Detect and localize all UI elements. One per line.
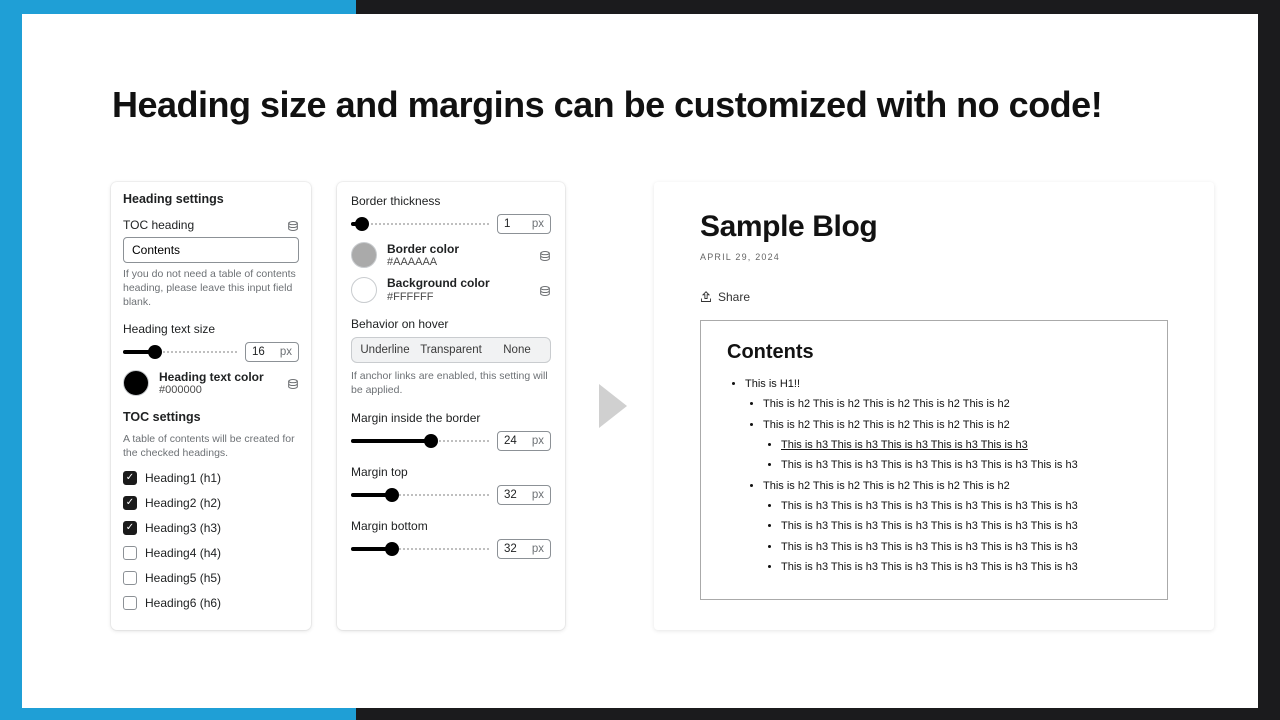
heading-settings-title: Heading settings: [123, 192, 299, 206]
checkbox-label: Heading6 (h6): [145, 596, 221, 610]
margin-top-label: Margin top: [351, 465, 551, 479]
behavior-segmented[interactable]: Underline Transparent None: [351, 337, 551, 363]
toc-settings-title: TOC settings: [123, 410, 299, 424]
heading-text-size-slider[interactable]: [123, 344, 237, 360]
toc-item-h3[interactable]: This is h3 This is h3 This is h3 This is…: [781, 557, 1141, 577]
database-icon[interactable]: [539, 285, 551, 295]
background-color-hex: #FFFFFF: [387, 291, 529, 303]
border-color-hex: #AAAAAA: [387, 256, 529, 268]
toc-list: This is H1!! This is h2 This is h2 This …: [727, 374, 1141, 577]
toc-heading-help: If you do not need a table of contents h…: [123, 267, 299, 310]
border-thickness-slider[interactable]: [351, 216, 489, 232]
panel-border-settings: Border thickness 1 px Border color #AAAA…: [337, 182, 565, 630]
border-thickness-input[interactable]: 1 px: [497, 214, 551, 234]
toc-item-h3[interactable]: This is h3 This is h3 This is h3 This is…: [781, 537, 1141, 557]
behavior-on-hover-label: Behavior on hover: [351, 317, 551, 331]
checkbox-h6[interactable]: Heading6 (h6): [123, 596, 299, 610]
margin-inside-slider[interactable]: [351, 433, 489, 449]
share-label: Share: [718, 290, 750, 304]
database-icon[interactable]: [287, 220, 299, 230]
database-icon[interactable]: [539, 250, 551, 260]
margin-top-input[interactable]: 32 px: [497, 485, 551, 505]
border-color-label: Border color: [387, 242, 529, 256]
behavior-option-underline[interactable]: Underline: [352, 338, 418, 362]
toc-box: Contents This is H1!! This is h2 This is…: [700, 320, 1168, 600]
checkbox-icon: [123, 596, 137, 610]
checkbox-label: Heading1 (h1): [145, 471, 221, 485]
margin-bottom-label: Margin bottom: [351, 519, 551, 533]
toc-heading: Contents: [727, 341, 1141, 364]
toc-item-h2[interactable]: This is h2 This is h2 This is h2 This is…: [763, 394, 1141, 414]
toc-heading-input[interactable]: [123, 237, 299, 263]
toc-item-h3[interactable]: This is h3 This is h3 This is h3 This is…: [781, 455, 1141, 475]
arrow-right-icon: [599, 384, 627, 428]
margin-inside-label: Margin inside the border: [351, 411, 551, 425]
margin-bottom-input[interactable]: 32 px: [497, 539, 551, 559]
toc-item-h1[interactable]: This is H1!!: [745, 374, 1141, 394]
checkbox-icon: [123, 471, 137, 485]
checkbox-h2[interactable]: Heading2 (h2): [123, 496, 299, 510]
margin-inside-input[interactable]: 24 px: [497, 431, 551, 451]
checkbox-h3[interactable]: Heading3 (h3): [123, 521, 299, 535]
behavior-help: If anchor links are enabled, this settin…: [351, 369, 551, 397]
checkbox-icon: [123, 571, 137, 585]
heading-text-size-label: Heading text size: [123, 322, 299, 336]
heading-text-color-hex: #000000: [159, 384, 277, 396]
headline: Heading size and margins can be customiz…: [112, 84, 1102, 126]
checkbox-h4[interactable]: Heading4 (h4): [123, 546, 299, 560]
database-icon[interactable]: [287, 378, 299, 388]
toc-settings-help: A table of contents will be created for …: [123, 432, 299, 460]
blog-title: Sample Blog: [700, 210, 1168, 244]
toc-heading-label: TOC heading: [123, 218, 194, 232]
toc-item-h3[interactable]: This is h3 This is h3 This is h3 This is…: [781, 435, 1141, 455]
behavior-option-none[interactable]: None: [484, 338, 550, 362]
checkbox-label: Heading5 (h5): [145, 571, 221, 585]
checkbox-h1[interactable]: Heading1 (h1): [123, 471, 299, 485]
heading-text-color-swatch[interactable]: [123, 370, 149, 396]
margin-bottom-slider[interactable]: [351, 541, 489, 557]
slide: Heading size and margins can be customiz…: [22, 14, 1258, 708]
border-color-swatch[interactable]: [351, 242, 377, 268]
toc-item-h3[interactable]: This is h3 This is h3 This is h3 This is…: [781, 496, 1141, 516]
toc-item-h3[interactable]: This is h3 This is h3 This is h3 This is…: [781, 516, 1141, 536]
background-color-swatch[interactable]: [351, 277, 377, 303]
checkbox-icon: [123, 546, 137, 560]
toc-item-h2[interactable]: This is h2 This is h2 This is h2 This is…: [763, 415, 1141, 435]
margin-top-slider[interactable]: [351, 487, 489, 503]
checkbox-label: Heading4 (h4): [145, 546, 221, 560]
background-color-label: Background color: [387, 276, 529, 290]
panel-heading-settings: Heading settings TOC heading If you do n…: [111, 182, 311, 630]
preview-blog: Sample Blog APRIL 29, 2024 Share Content…: [654, 182, 1214, 630]
checkbox-icon: [123, 521, 137, 535]
border-thickness-label: Border thickness: [351, 194, 551, 208]
behavior-option-transparent[interactable]: Transparent: [418, 338, 484, 362]
share-button[interactable]: Share: [700, 290, 1168, 304]
blog-date: APRIL 29, 2024: [700, 252, 1168, 262]
heading-text-color-label: Heading text color: [159, 370, 277, 384]
toc-item-h2[interactable]: This is h2 This is h2 This is h2 This is…: [763, 476, 1141, 496]
share-icon: [700, 291, 712, 303]
checkbox-icon: [123, 496, 137, 510]
heading-text-size-input[interactable]: 16 px: [245, 342, 299, 362]
checkbox-label: Heading2 (h2): [145, 496, 221, 510]
toc-heading-label-row: TOC heading: [123, 218, 299, 232]
checkbox-label: Heading3 (h3): [145, 521, 221, 535]
checkbox-h5[interactable]: Heading5 (h5): [123, 571, 299, 585]
